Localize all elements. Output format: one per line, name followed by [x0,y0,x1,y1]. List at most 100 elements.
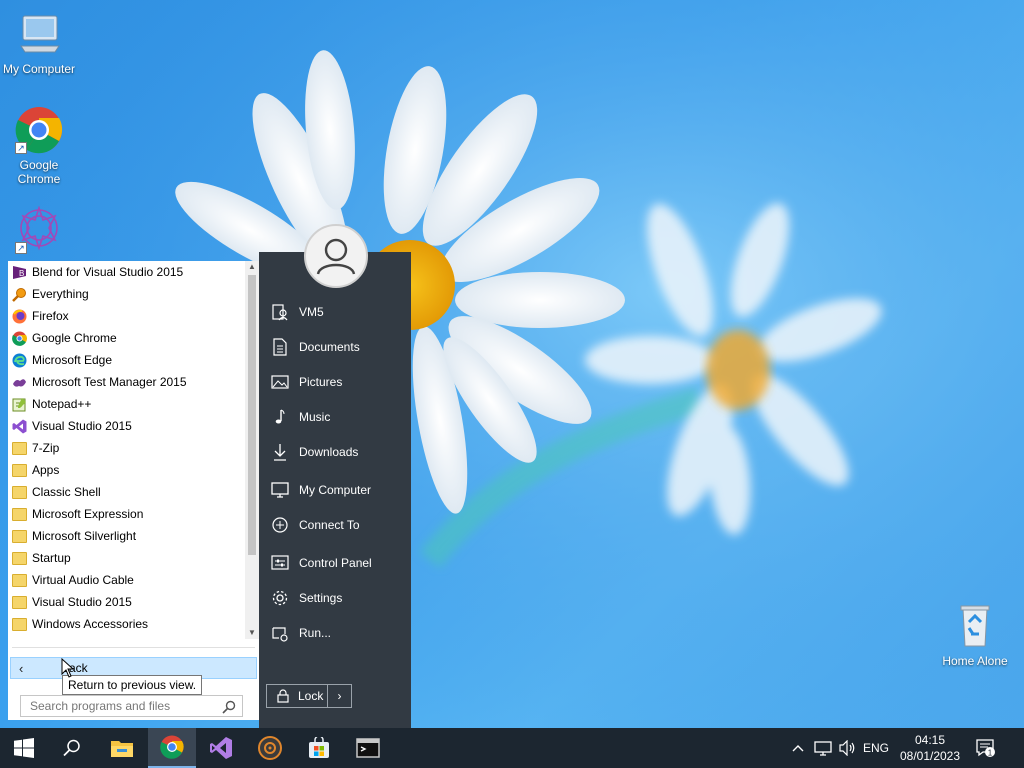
user-folder-icon [272,304,288,321]
lock-icon [277,689,289,703]
edge-icon [12,353,27,368]
places-label: Run... [299,626,332,640]
program-item[interactable]: Notepad++ [8,393,245,415]
scrollbar-thumb[interactable] [248,275,256,555]
places-item[interactable]: My Computer [259,476,411,504]
program-item[interactable]: Microsoft Silverlight [8,525,245,547]
user-avatar[interactable] [304,224,368,288]
clock[interactable]: 04:15 08/01/2023 [892,732,968,764]
notification-icon: 1 [976,739,995,758]
search-button[interactable] [48,728,96,768]
start-button[interactable] [0,728,48,768]
program-item[interactable]: Everything [8,283,245,305]
places-item[interactable]: Settings [259,584,411,612]
folder-icon [12,507,27,521]
network-icon [814,741,832,756]
visual-studio-icon [210,737,232,759]
places-item[interactable]: Connect To [259,511,411,539]
shutdown-options-button[interactable]: › [328,684,352,708]
program-label: Startup [32,551,71,565]
svg-text:B: B [19,269,24,278]
run-icon [272,627,288,642]
taskbar-visual-studio[interactable] [197,728,245,768]
places-label: Documents [299,340,360,354]
desktop-icon-google-chrome[interactable]: ↗ Google Chrome [0,106,78,186]
test-manager-icon [12,375,27,390]
program-item[interactable]: Visual Studio 2015 [8,591,245,613]
lock-button[interactable]: Lock [266,684,328,708]
clock-time: 04:15 [914,733,946,747]
program-list: B Blend for Visual Studio 2015 Everything F… [8,261,245,639]
volume-tray-button[interactable] [836,728,858,768]
everything-search-icon [12,287,27,302]
control-panel-icon [271,555,289,570]
program-item[interactable]: Microsoft Test Manager 2015 [8,371,245,393]
shortcut-arrow-icon: ↗ [15,142,27,154]
program-label: Microsoft Silverlight [32,529,137,543]
places-label: VM5 [299,305,324,319]
music-note-icon [275,409,285,424]
notification-count: 1 [988,749,993,758]
notepadpp-icon [12,397,27,412]
program-item[interactable]: Microsoft Expression [8,503,245,525]
chevron-left-icon: ‹ [19,660,24,676]
lock-label: Lock [298,689,324,703]
desktop-icon-label: Google Chrome [17,158,61,186]
program-label: Visual Studio 2015 [32,419,132,433]
chrome-icon: ↗ [15,106,63,154]
program-item[interactable]: Apps [8,459,245,481]
taskbar-chrome[interactable] [148,728,196,768]
places-item[interactable]: VM5 [259,298,411,326]
program-item[interactable]: Windows Accessories [8,613,245,635]
places-panel: VM5 Documents Pictures Music Downloads My Com… [259,224,411,728]
program-label: Windows Accessories [32,617,149,631]
scroll-down-icon[interactable]: ▼ [245,627,259,639]
show-hidden-icons-button[interactable] [788,728,808,768]
program-item[interactable]: Visual Studio 2015 [8,415,245,437]
mouse-cursor-icon [61,658,75,678]
visual-studio-icon [12,419,27,434]
places-item[interactable]: Documents [259,333,411,361]
program-item[interactable]: Classic Shell [8,481,245,503]
programs-panel: B Blend for Visual Studio 2015 Everything F… [8,261,259,720]
monitor-icon [271,482,289,498]
desktop-icon-recycle-bin[interactable]: Home Alone [936,602,1014,668]
search-input[interactable]: Search programs and files [20,695,243,717]
program-item[interactable]: 7-Zip [8,437,245,459]
program-label: Microsoft Edge [32,353,113,367]
program-list-scrollbar[interactable]: ▲ ▼ [245,261,259,639]
program-item[interactable]: Startup [8,547,245,569]
places-item[interactable]: Music [259,403,411,431]
program-label: Notepad++ [32,397,92,411]
places-label: Downloads [299,445,359,459]
places-item[interactable]: Run... [259,619,411,647]
language-indicator[interactable]: ENG [860,728,892,768]
taskbar-media-player[interactable] [246,728,294,768]
places-label: Settings [299,591,343,605]
program-item[interactable]: B Blend for Visual Studio 2015 [8,261,245,283]
desktop-icon-purple-app[interactable]: ↗ [0,205,78,258]
user-silhouette-icon [316,238,356,275]
network-tray-button[interactable] [812,728,834,768]
clock-date: 08/01/2023 [899,749,961,763]
taskbar-file-explorer[interactable] [98,728,146,768]
places-item[interactable]: Control Panel [259,549,411,577]
program-label: Microsoft Expression [32,507,144,521]
scroll-up-icon[interactable]: ▲ [245,261,259,273]
document-icon [273,338,287,356]
desktop-icon-label: Home Alone [942,654,1008,668]
desktop-icon-my-computer[interactable]: My Computer [0,10,78,76]
folder-icon [12,573,27,587]
program-item[interactable]: Microsoft Edge [8,349,245,371]
taskbar-terminal[interactable] [344,728,392,768]
taskbar-store[interactable] [295,728,343,768]
places-item[interactable]: Downloads [259,438,411,466]
gear-icon [272,590,288,606]
action-center-button[interactable]: 1 [972,728,1000,768]
program-item[interactable]: Virtual Audio Cable [8,569,245,591]
recycle-bin-icon [951,602,999,650]
places-item[interactable]: Pictures [259,368,411,396]
program-item[interactable]: Google Chrome [8,327,245,349]
places-label: Control Panel [299,556,372,570]
program-item[interactable]: Firefox [8,305,245,327]
